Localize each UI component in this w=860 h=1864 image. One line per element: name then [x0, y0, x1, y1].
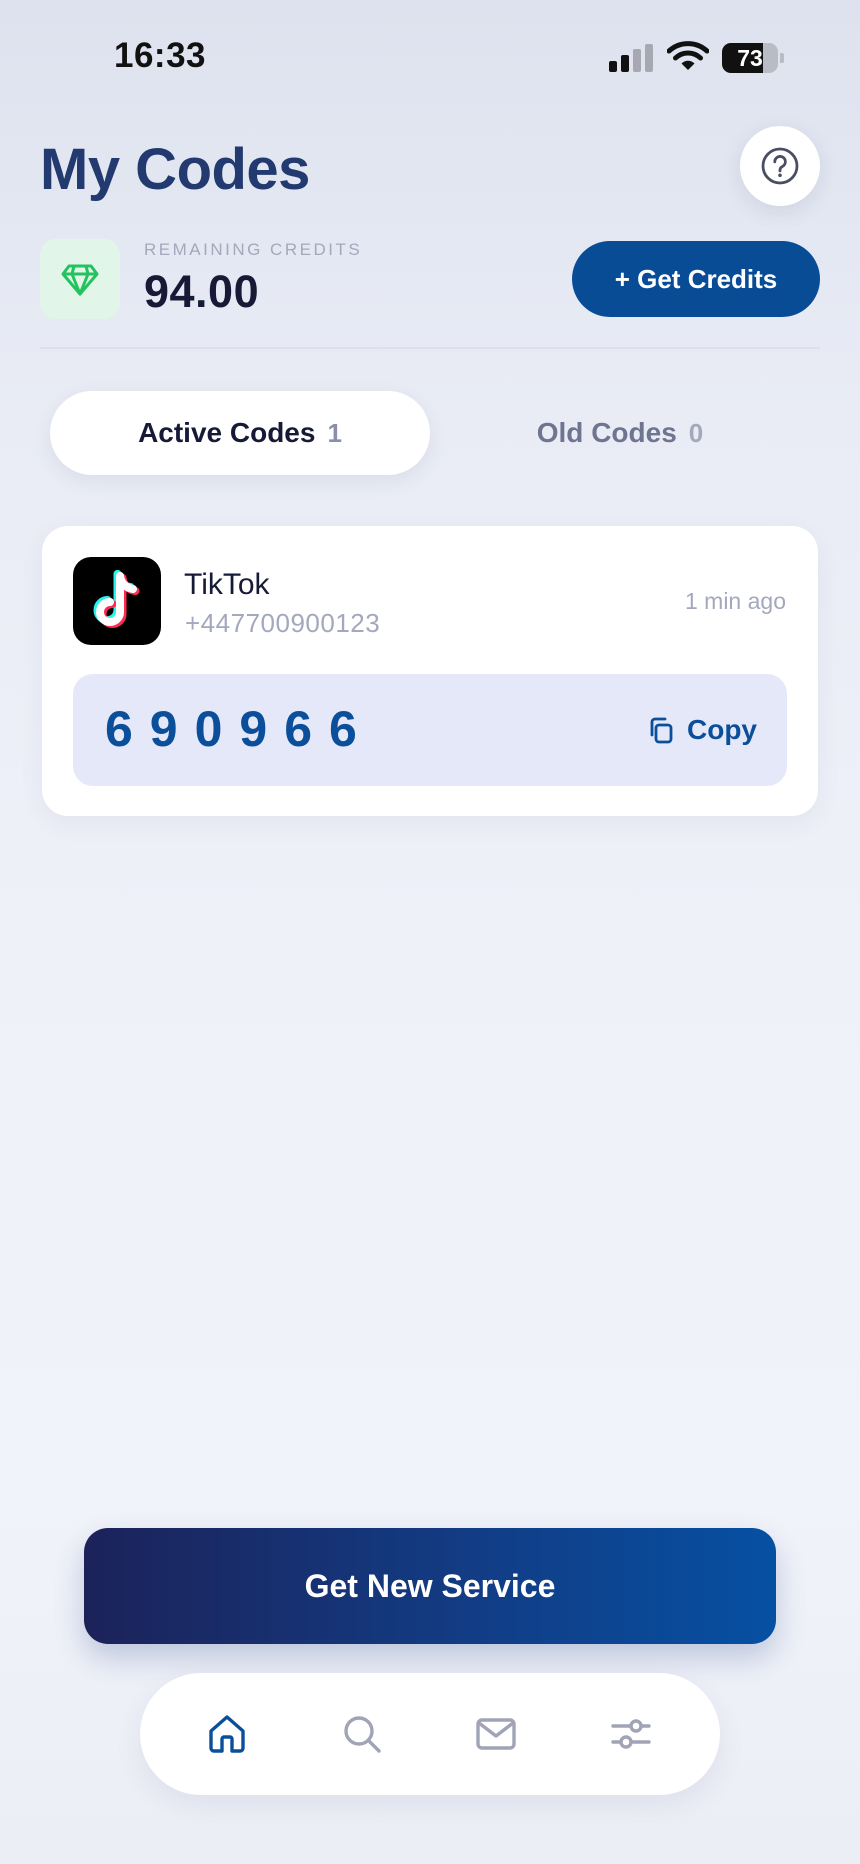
copy-button[interactable]: Copy: [647, 710, 757, 750]
tab-count: 0: [688, 417, 704, 448]
tab-label: Old Codes: [536, 417, 677, 448]
diamond-icon: [61, 264, 99, 296]
divider: [40, 347, 820, 349]
help-button[interactable]: [740, 126, 820, 206]
get-new-service-button[interactable]: Get New Service: [84, 1528, 776, 1644]
nav-settings[interactable]: [603, 1706, 659, 1762]
phone-number: +447700900123: [185, 608, 381, 638]
nav-messages[interactable]: [468, 1706, 524, 1762]
tab-active-codes[interactable]: Active Codes 1: [50, 391, 430, 475]
tab-old-codes[interactable]: Old Codes 0: [430, 391, 810, 475]
mail-icon: [476, 1718, 516, 1750]
bottom-nav: [140, 1673, 720, 1795]
nav-home[interactable]: [199, 1706, 255, 1762]
question-circle-icon: [761, 147, 799, 185]
copy-icon: [650, 717, 673, 744]
code-card: TikTok +447700900123 1 min ago 690966 Co…: [42, 526, 818, 816]
page-title: My Codes: [40, 137, 310, 202]
battery-level: 73: [737, 45, 763, 71]
nav-search[interactable]: [334, 1706, 390, 1762]
code-box: 690966 Copy: [73, 674, 787, 786]
timestamp: 1 min ago: [684, 588, 786, 614]
wifi-icon: [667, 41, 709, 70]
cellular-signal-icon: [609, 44, 655, 72]
credits-label: REMAINING CREDITS: [144, 240, 363, 259]
credits-value: 94.00: [144, 266, 260, 317]
sliders-icon: [611, 1719, 651, 1749]
copy-label: Copy: [687, 714, 757, 745]
status-bar: 16:33 73: [0, 0, 860, 110]
get-credits-button[interactable]: + Get Credits: [572, 241, 820, 317]
credits-icon-box: [40, 239, 120, 319]
service-name: TikTok: [184, 568, 270, 601]
verification-code: 690966: [105, 701, 374, 757]
battery-icon: 73: [722, 43, 784, 73]
search-icon: [344, 1716, 381, 1753]
home-icon: [209, 1715, 245, 1753]
tiktok-logo-icon: [73, 557, 161, 645]
status-time: 16:33: [114, 36, 207, 75]
tab-label: Active Codes: [138, 417, 316, 448]
tab-count: 1: [327, 417, 342, 448]
